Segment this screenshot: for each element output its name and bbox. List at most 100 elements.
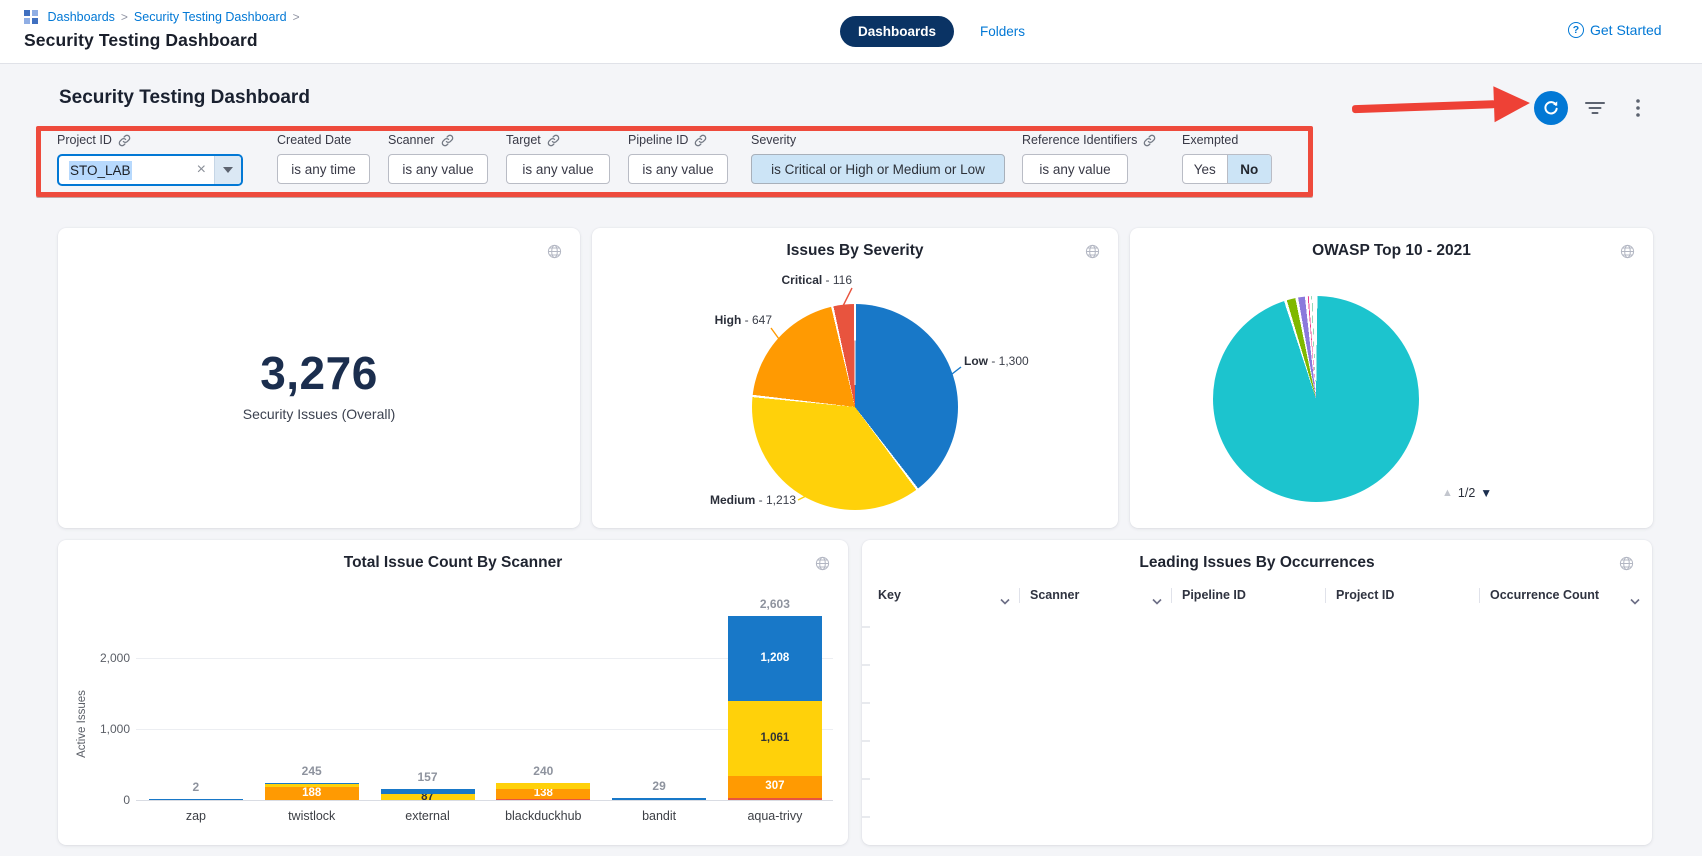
y-tick-1000: 1,000 <box>70 722 130 736</box>
clear-icon[interactable]: × <box>189 161 214 179</box>
link-icon <box>441 134 454 147</box>
filter-scanner-label: Scanner <box>388 133 435 147</box>
pagination-down-icon[interactable]: ▼ <box>1480 486 1492 500</box>
bar-segment-twistlock-high[interactable]: 188 <box>265 787 359 800</box>
tile-issues-by-severity: Issues By Severity Critical - 116 High -… <box>592 228 1118 528</box>
owasp-chart-title: OWASP Top 10 - 2021 <box>1130 242 1653 260</box>
get-started-link[interactable]: ? Get Started <box>1568 22 1662 38</box>
harness-dashboard-app: Dashboards > Security Testing Dashboard … <box>0 0 1702 856</box>
bar-segment-zap-low[interactable] <box>149 799 243 800</box>
bar-segment-blackduckhub-high[interactable]: 138 <box>496 789 590 799</box>
exempted-no-option[interactable]: No <box>1227 155 1272 183</box>
bar-segment-external-medium[interactable]: 87 <box>381 794 475 800</box>
severity-pie-chart[interactable] <box>752 304 958 510</box>
tile-owasp-top-10: OWASP Top 10 - 2021 ▲ 1/2 ▼ <box>1130 228 1653 528</box>
page-title: Security Testing Dashboard <box>24 30 258 51</box>
reference-identifiers-filter-value[interactable]: is any value <box>1022 154 1128 184</box>
x-axis-label-aqua-trivy: aqua-trivy <box>715 809 835 823</box>
exempted-toggle: Yes No <box>1182 154 1272 184</box>
bar-segment-aqua-trivy-high[interactable]: 307 <box>728 776 822 798</box>
x-axis-label-blackduckhub: blackduckhub <box>483 809 603 823</box>
x-axis-label-zap: zap <box>136 809 256 823</box>
sort-chevron-icon[interactable] <box>1152 592 1162 610</box>
filter-target-label: Target <box>506 133 541 147</box>
filter-reference-identifiers-label: Reference Identifiers <box>1022 133 1137 147</box>
owasp-pie-chart[interactable] <box>1213 296 1419 502</box>
link-icon <box>694 134 707 147</box>
tile-leading-issues-by-occurrences: Leading Issues By Occurrences Key Scanne… <box>862 540 1652 845</box>
pie-label-low: Low - 1,300 <box>964 354 1104 368</box>
bar-segment-value: 307 <box>728 776 822 798</box>
bar-segment-external-low[interactable] <box>381 789 475 794</box>
filter-project-id-label: Project ID <box>57 133 112 147</box>
dashboard-menu-button[interactable] <box>1626 98 1650 118</box>
breadcrumb-separator: > <box>293 10 300 24</box>
filter-severity: Severity is Critical or High or Medium o… <box>751 132 1005 184</box>
security-issues-total: 3,276 <box>58 346 580 400</box>
bar-segment-bandit-low[interactable] <box>612 798 706 800</box>
globe-icon <box>1619 556 1634 576</box>
refresh-button[interactable] <box>1534 91 1568 125</box>
empty-row-divider <box>862 740 870 742</box>
bar-segment-blackduckhub-medium[interactable] <box>496 783 590 789</box>
filter-project-id: Project ID STO_LAB × <box>57 132 243 186</box>
dashboard-filters-button[interactable] <box>1583 98 1607 118</box>
pagination-label: 1/2 <box>1458 486 1475 500</box>
breadcrumb: Dashboards > Security Testing Dashboard … <box>24 10 300 24</box>
help-question-icon: ? <box>1568 22 1584 38</box>
breadcrumb-link-dashboards[interactable]: Dashboards <box>48 10 115 24</box>
bar-segment-twistlock-medium[interactable] <box>265 784 359 787</box>
bar-segment-aqua-trivy-critical[interactable] <box>728 798 822 800</box>
bar-segment-aqua-trivy-medium[interactable]: 1,061 <box>728 701 822 776</box>
globe-icon <box>1620 244 1635 264</box>
empty-row-divider <box>862 664 870 666</box>
get-started-label: Get Started <box>1590 22 1662 38</box>
kebab-icon <box>1635 98 1641 118</box>
bar-segment-value: 138 <box>496 789 590 799</box>
filter-pipeline-id-label: Pipeline ID <box>628 133 688 147</box>
column-header-occurrence-count[interactable]: Occurrence Count <box>1490 588 1599 602</box>
filter-scanner: Scanner is any value <box>388 132 488 184</box>
scanner-filter-value[interactable]: is any value <box>388 154 488 184</box>
x-axis-label-twistlock: twistlock <box>252 809 372 823</box>
pagination-up-icon[interactable]: ▲ <box>1442 487 1453 499</box>
filter-severity-label: Severity <box>751 133 796 147</box>
column-header-scanner[interactable]: Scanner <box>1030 588 1079 602</box>
link-icon <box>547 134 560 147</box>
filter-target: Target is any value <box>506 132 610 184</box>
filter-exempted-label: Exempted <box>1182 133 1238 147</box>
column-separator <box>1325 588 1326 603</box>
pipeline-id-filter-value[interactable]: is any value <box>628 154 728 184</box>
severity-chart-title: Issues By Severity <box>592 242 1118 260</box>
tab-folders[interactable]: Folders <box>980 24 1025 39</box>
empty-row-divider <box>862 778 870 780</box>
bar-segment-twistlock-low[interactable] <box>265 783 359 784</box>
scanner-bar-chart[interactable]: Active Issues 2,000 1,000 0 2zap188245tw… <box>58 540 848 845</box>
bar-segment-aqua-trivy-low[interactable]: 1,208 <box>728 616 822 701</box>
column-header-project-id[interactable]: Project ID <box>1336 588 1394 602</box>
filter-pipeline-id: Pipeline ID is any value <box>628 132 728 184</box>
dashboards-grid-icon[interactable] <box>24 10 38 24</box>
severity-filter-value[interactable]: is Critical or High or Medium or Low <box>751 154 1005 184</box>
filter-reference-identifiers: Reference Identifiers is any value <box>1022 132 1156 184</box>
exempted-yes-option[interactable]: Yes <box>1183 155 1227 183</box>
filter-created-date: Created Date is any time <box>277 132 370 184</box>
breadcrumb-link-current[interactable]: Security Testing Dashboard <box>134 10 287 24</box>
created-date-filter-value[interactable]: is any time <box>277 154 370 184</box>
refresh-icon <box>1542 99 1560 117</box>
empty-row-divider <box>862 816 870 818</box>
tab-dashboards[interactable]: Dashboards <box>840 16 954 47</box>
target-filter-value[interactable]: is any value <box>506 154 610 184</box>
y-tick-2000: 2,000 <box>70 651 130 665</box>
filter-created-date-label: Created Date <box>277 133 351 147</box>
column-separator <box>1171 588 1172 603</box>
column-header-pipeline-id[interactable]: Pipeline ID <box>1182 588 1246 602</box>
project-id-dropdown-button[interactable] <box>214 156 241 184</box>
sort-chevron-icon[interactable] <box>1000 592 1010 610</box>
sort-chevron-icon[interactable] <box>1630 592 1640 610</box>
chevron-down-icon <box>223 167 233 173</box>
x-axis-label-bandit: bandit <box>599 809 719 823</box>
project-id-input[interactable]: STO_LAB × <box>57 154 243 186</box>
column-header-key[interactable]: Key <box>878 588 901 602</box>
project-id-value: STO_LAB <box>69 161 132 180</box>
